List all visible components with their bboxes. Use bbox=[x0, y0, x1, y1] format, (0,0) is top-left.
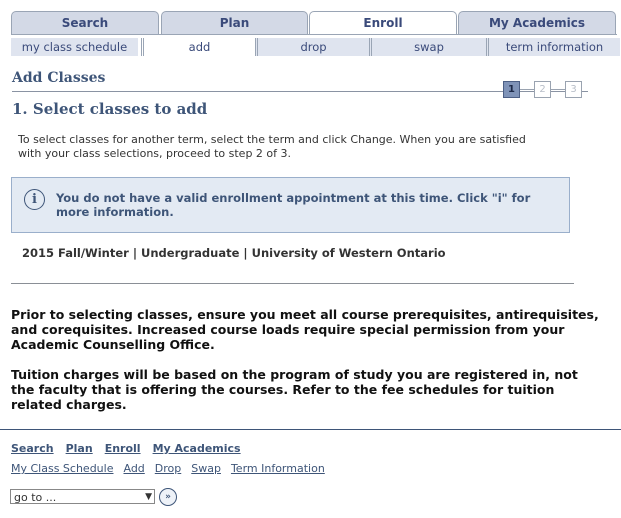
term-label: 2015 Fall/Winter | Undergraduate | Unive… bbox=[22, 246, 446, 260]
footer-link-term-information[interactable]: Term Information bbox=[231, 462, 325, 475]
info-message: You do not have a valid enrollment appoi… bbox=[56, 191, 531, 219]
footer-link-swap[interactable]: Swap bbox=[191, 462, 221, 475]
tab-enroll[interactable]: Enroll bbox=[309, 11, 457, 35]
tab-my-academics[interactable]: My Academics bbox=[458, 11, 616, 34]
page-title: Add Classes bbox=[12, 70, 106, 86]
subtab-term-information[interactable]: term information bbox=[486, 38, 620, 56]
footer-main-links: Search Plan Enroll My Academics bbox=[11, 442, 253, 455]
step-connector bbox=[551, 89, 565, 90]
footer-divider bbox=[0, 429, 621, 430]
step-connector bbox=[520, 89, 534, 90]
tab-bar-divider bbox=[11, 34, 617, 35]
main-tab-bar: Search Plan Enroll My Academics bbox=[11, 11, 617, 35]
subtab-drop[interactable]: drop bbox=[255, 38, 369, 56]
footer-link-plan[interactable]: Plan bbox=[66, 442, 93, 455]
tab-search[interactable]: Search bbox=[11, 11, 159, 34]
footer-link-enroll[interactable]: Enroll bbox=[105, 442, 141, 455]
section-divider bbox=[11, 283, 574, 284]
step-2: 2 bbox=[534, 81, 551, 98]
chevron-down-icon: ▼ bbox=[145, 492, 152, 502]
subtab-swap[interactable]: swap bbox=[369, 38, 486, 56]
footer-link-my-academics[interactable]: My Academics bbox=[153, 442, 241, 455]
footer-sub-links: My Class Schedule Add Drop Swap Term Informa… bbox=[11, 462, 335, 475]
go-button[interactable]: » bbox=[159, 488, 177, 506]
footer-link-search[interactable]: Search bbox=[11, 442, 54, 455]
step-1: 1 bbox=[503, 81, 520, 98]
subtab-add[interactable]: add bbox=[141, 38, 255, 56]
title-divider bbox=[12, 91, 588, 92]
info-message-box: i You do not have a valid enrollment app… bbox=[11, 177, 570, 233]
info-icon[interactable]: i bbox=[24, 189, 45, 210]
footer-link-drop[interactable]: Drop bbox=[155, 462, 181, 475]
footer-link-add[interactable]: Add bbox=[123, 462, 144, 475]
step-heading: 1. Select classes to add bbox=[12, 100, 208, 118]
tuition-notice: Tuition charges will be based on the pro… bbox=[11, 367, 578, 412]
footer-link-my-class-schedule[interactable]: My Class Schedule bbox=[11, 462, 113, 475]
goto-select[interactable]: go to ... ▼ bbox=[10, 489, 155, 504]
goto-selected-value: go to ... bbox=[14, 491, 57, 504]
sub-tab-bar: my class schedule add drop swap term inf… bbox=[11, 38, 620, 56]
tab-plan[interactable]: Plan bbox=[161, 11, 308, 34]
step-3: 3 bbox=[565, 81, 582, 98]
step-indicator: 1 2 3 bbox=[503, 81, 585, 99]
subtab-my-class-schedule[interactable]: my class schedule bbox=[11, 38, 138, 56]
instructions-text: To select classes for another term, sele… bbox=[18, 133, 526, 160]
prerequisite-notice: Prior to selecting classes, ensure you m… bbox=[11, 307, 599, 352]
